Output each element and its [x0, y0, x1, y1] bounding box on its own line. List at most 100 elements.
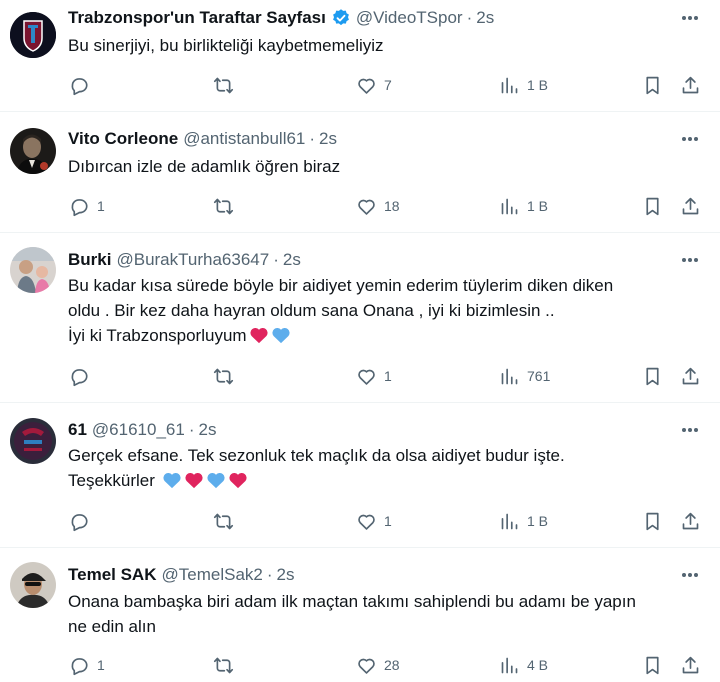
repost-button[interactable] [213, 364, 241, 388]
display-name[interactable]: Vito Corleone [68, 129, 178, 149]
red-heart-icon [250, 328, 268, 344]
share-button[interactable] [680, 509, 701, 533]
action-bar: 1 18 1 B [0, 194, 720, 218]
avatar[interactable] [10, 562, 56, 608]
tweet-text-line: Teşekkürler [68, 468, 688, 493]
display-name[interactable]: 61 [68, 420, 87, 440]
timestamp[interactable]: 2s [283, 250, 301, 270]
speech-bubble-icon [71, 657, 88, 675]
more-options-ellipsis-icon[interactable] [679, 565, 701, 585]
tweet-text: Dıbırcan izle de adamlık öğren biraz [68, 154, 688, 179]
separator-dot: · [466, 8, 473, 27]
heart-icon [358, 369, 375, 385]
repost-arrows-icon [213, 368, 234, 384]
timestamp[interactable]: 2s [199, 420, 217, 440]
timestamp[interactable]: 2s [476, 8, 494, 28]
bar-chart-icon [501, 368, 518, 384]
like-button[interactable]: 7 [356, 73, 392, 97]
repost-arrows-icon [213, 657, 234, 673]
like-count: 1 [384, 368, 392, 384]
repost-button[interactable] [213, 653, 241, 677]
more-options-ellipsis-icon[interactable] [679, 129, 701, 149]
views-button[interactable]: 1 B [499, 509, 548, 533]
tweet-text-line: ne edin alın [68, 617, 156, 636]
share-button[interactable] [680, 653, 701, 677]
avatar[interactable] [10, 418, 56, 464]
speech-bubble-icon [71, 368, 88, 386]
reply-button[interactable] [69, 509, 97, 533]
tweet-text-line: oldu . Bir kez daha hayran oldum sana On… [68, 301, 555, 320]
timestamp[interactable]: 2s [277, 565, 295, 585]
tweet-text-line: İyi ki Trabzonsporluyum [68, 323, 688, 348]
tweet-text-line: Bu kadar kısa sürede böyle bir aidiyet y… [68, 276, 614, 295]
reply-button[interactable]: 1 [69, 194, 105, 218]
more-options-ellipsis-icon[interactable] [679, 8, 701, 28]
blue-heart-icon [272, 328, 290, 344]
like-button[interactable]: 1 [356, 509, 392, 533]
tweet-text: Gerçek efsane. Tek sezonluk tek maçlık d… [68, 443, 688, 493]
display-name[interactable]: Trabzonspor'un Taraftar Sayfası [68, 8, 326, 28]
repost-button[interactable] [213, 509, 241, 533]
share-button[interactable] [680, 364, 701, 388]
views-button[interactable]: 761 [499, 364, 550, 388]
repost-arrows-icon [213, 513, 234, 529]
share-upload-icon [682, 367, 699, 384]
heart-icon [358, 658, 375, 674]
bookmark-icon [646, 76, 659, 94]
reply-button[interactable]: 1 [69, 653, 105, 677]
tweet-text-line: Bu sinerjiyi, bu birlikteliği kaybetmeme… [68, 36, 384, 55]
tweet[interactable]: Trabzonspor'un Taraftar Sayfası @VideoTS… [0, 0, 720, 112]
tweet-text-segment: Teşekkürler [68, 471, 155, 490]
avatar[interactable] [10, 12, 56, 58]
avatar[interactable] [10, 128, 56, 174]
display-name[interactable]: Burki [68, 250, 111, 270]
bookmark-button[interactable] [642, 509, 663, 533]
tweet[interactable]: Vito Corleone @antistanbull61 · 2s Dıbır… [0, 112, 720, 233]
separator-dot: · [188, 420, 195, 439]
more-options-ellipsis-icon[interactable] [679, 420, 701, 440]
bookmark-button[interactable] [642, 364, 663, 388]
repost-button[interactable] [213, 194, 241, 218]
verified-badge-icon [331, 8, 351, 28]
bookmark-button[interactable] [642, 73, 663, 97]
repost-button[interactable] [213, 73, 241, 97]
share-button[interactable] [680, 73, 701, 97]
like-count: 1 [384, 513, 392, 529]
trabzonspor-logo-icon [10, 12, 56, 58]
reply-button[interactable] [69, 73, 97, 97]
handle[interactable]: @antistanbull61 [183, 129, 305, 149]
speech-bubble-icon [71, 513, 88, 531]
reply-button[interactable] [69, 364, 97, 388]
tweet[interactable]: Temel SAK @TemelSak2 · 2s Onana bambaşka… [0, 548, 720, 682]
handle[interactable]: @VideoTSpor [356, 8, 463, 28]
views-button[interactable]: 4 B [499, 653, 548, 677]
bookmark-button[interactable] [642, 194, 663, 218]
speech-bubble-icon [71, 77, 88, 95]
tweet[interactable]: 61 @61610_61 · 2s Gerçek efsane. Tek sez… [0, 403, 720, 548]
separator-dot: · [273, 250, 279, 269]
like-button[interactable]: 1 [356, 364, 392, 388]
views-button[interactable]: 1 B [499, 73, 548, 97]
action-bar: 1 28 4 B [0, 653, 720, 677]
man-in-cap-photo-icon [10, 562, 56, 608]
display-name[interactable]: Temel SAK [68, 565, 157, 585]
view-count: 1 B [527, 198, 549, 214]
bookmark-icon [646, 197, 659, 215]
tweet-text: Onana bambaşka biri adam ilk maçtan takı… [68, 589, 688, 639]
views-button[interactable]: 1 B [499, 194, 548, 218]
handle[interactable]: @TemelSak2 [162, 565, 263, 585]
handle[interactable]: @61610_61 [92, 420, 185, 440]
repost-arrows-icon [213, 77, 234, 93]
tweet-text: Bu sinerjiyi, bu birlikteliği kaybetmeme… [68, 33, 688, 58]
handle[interactable]: @BurakTurha63647 [116, 250, 269, 270]
share-button[interactable] [680, 194, 701, 218]
bookmark-button[interactable] [642, 653, 663, 677]
more-options-ellipsis-icon[interactable] [679, 250, 701, 270]
avatar[interactable] [10, 247, 56, 293]
heart-icon [358, 199, 375, 215]
like-button[interactable]: 18 [356, 194, 400, 218]
tweet[interactable]: Burki @BurakTurha63647 · 2s Bu kadar kıs… [0, 233, 720, 403]
family-photo-icon [10, 247, 56, 293]
like-button[interactable]: 28 [356, 653, 400, 677]
timestamp[interactable]: 2s [319, 129, 337, 149]
